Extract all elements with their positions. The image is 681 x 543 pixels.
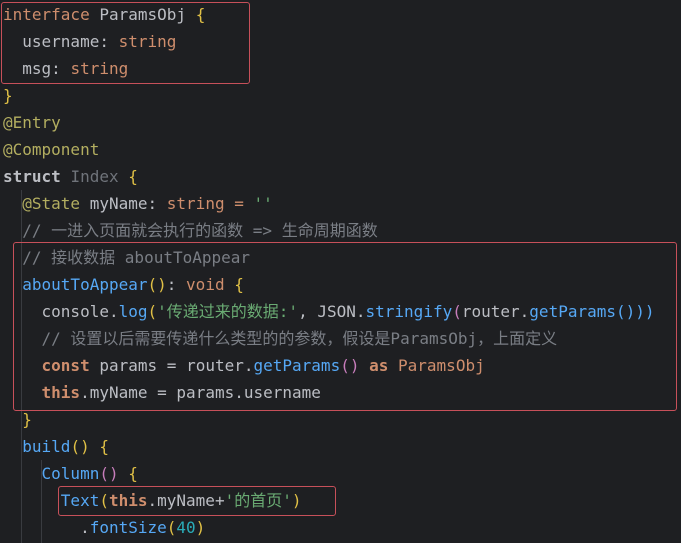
code-line-5: @Entry [3,113,61,132]
code-line-2: username: string [22,32,177,51]
code-line-13: // 设置以后需要传递什么类型的的参数，假设是ParamsObj，上面定义 [41,329,558,348]
code-line-20: .fontSize(40) [80,518,206,537]
code-line-4: } [3,86,13,105]
code-line-6: @Component [3,140,100,159]
code-line-10: // 接收数据 aboutToAppear [22,248,251,267]
code-editor[interactable]: interface ParamsObj { username: string m… [0,0,681,543]
code-line-15: this.myName = params.username [41,383,321,402]
code-line-7: struct Index { [3,167,138,186]
code-line-11: aboutToAppear(): void { [22,275,244,294]
code-line-3: msg: string [22,59,129,78]
code-line-18: Column() { [41,464,138,483]
code-line-16: } [22,410,32,429]
code-line-19: Text(this.myName+'的首页') [60,491,302,510]
code-line-12: console.log('传递过来的数据:', JSON.stringify(r… [41,302,655,321]
code-line-8: @State myName: string = '' [22,194,273,213]
code-line-14: const params = router.getParams() as Par… [41,356,485,375]
code-line-9: // 一进入页面就会执行的函数 => 生命周期函数 [22,221,378,240]
code-line-17: build() { [22,437,109,456]
code-line-1: interface ParamsObj { [3,5,206,24]
